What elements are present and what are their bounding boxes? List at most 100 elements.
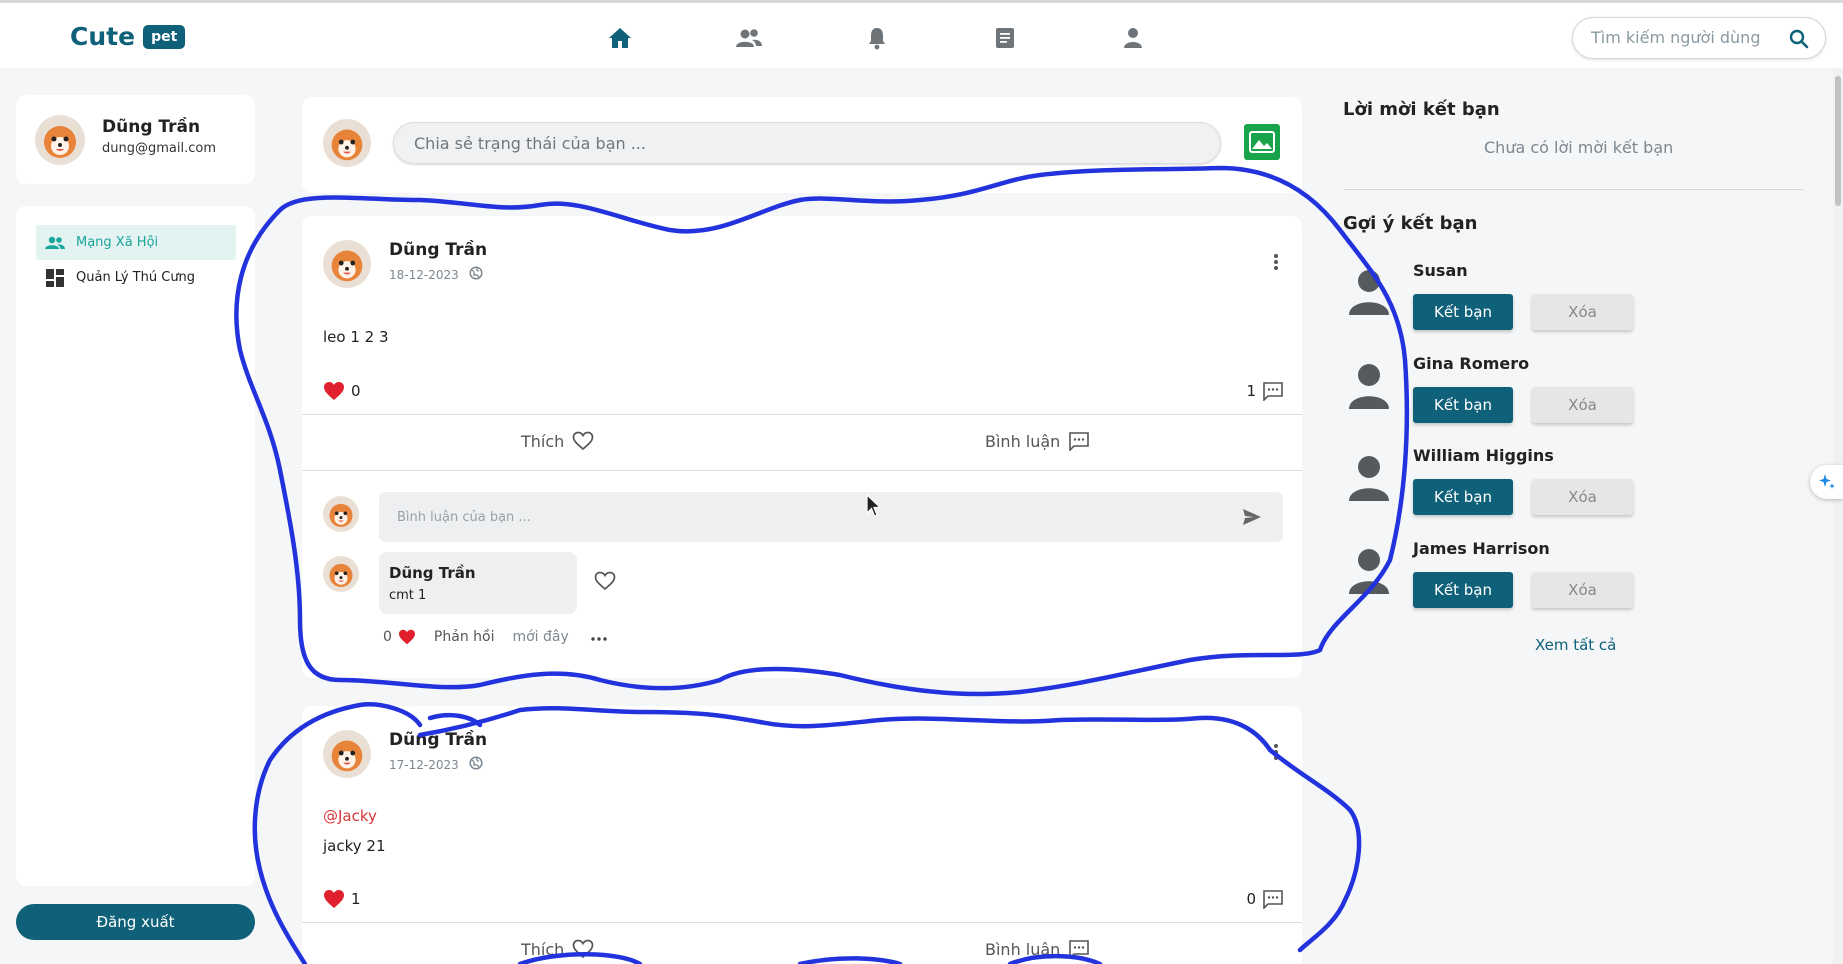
commenter-avatar (323, 496, 359, 532)
like-button[interactable]: Thích (521, 939, 594, 959)
post-card: Dũng Trần 18-12-2023 leo 1 2 3 0 1 Thích… (302, 216, 1302, 678)
sidebar-item-label: Mạng Xã Hội (76, 235, 159, 250)
user-avatar-icon[interactable] (1347, 362, 1391, 410)
logout-button[interactable]: Đăng xuất (16, 904, 255, 940)
comment-bubble: Dũng Trần cmt 1 (379, 552, 577, 614)
see-all-link[interactable]: Xem tất cả (1535, 636, 1616, 654)
document-icon[interactable] (991, 24, 1019, 52)
comment-button[interactable]: Bình luận (985, 939, 1090, 959)
suggestion-name[interactable]: Gina Romero (1413, 354, 1529, 373)
top-navbar: Cute pet (0, 0, 1843, 68)
remove-suggestion-button[interactable]: Xóa (1532, 572, 1633, 608)
remove-suggestion-button[interactable]: Xóa (1532, 387, 1633, 423)
sidebar-item-label: Quản Lý Thú Cưng (76, 270, 196, 285)
heart-filled-icon (324, 382, 344, 400)
divider (1343, 189, 1803, 190)
suggestions-title: Gợi ý kết bạn (1343, 213, 1478, 234)
comment-count: 1 (1246, 382, 1256, 400)
image-upload-icon[interactable] (1244, 124, 1280, 160)
friends-icon[interactable] (735, 24, 763, 52)
post-date-text: 18-12-2023 (389, 267, 459, 282)
person-icon[interactable] (1119, 24, 1147, 52)
post-author[interactable]: Dũng Trần (389, 730, 487, 750)
bell-icon[interactable] (863, 24, 891, 52)
profile-avatar (35, 115, 85, 165)
comment-label: Bình luận (985, 939, 1061, 959)
comment-author-avatar[interactable] (323, 556, 359, 592)
globe-icon (469, 266, 483, 283)
post-menu-icon[interactable] (1266, 740, 1286, 764)
send-icon[interactable] (1242, 508, 1262, 530)
page-scrollbar[interactable] (1833, 68, 1843, 964)
suggestion-name[interactable]: Susan (1413, 261, 1468, 280)
compose-avatar (323, 119, 371, 167)
divider (302, 414, 1302, 415)
comment-label: Bình luận (985, 431, 1061, 451)
remove-suggestion-button[interactable]: Xóa (1532, 479, 1633, 515)
user-search (1572, 17, 1826, 59)
more-icon[interactable] (591, 629, 607, 645)
post-comment-count[interactable]: 1 (1246, 381, 1284, 401)
post-menu-icon[interactable] (1266, 250, 1286, 274)
user-avatar-icon[interactable] (1347, 547, 1391, 595)
compose-card (302, 97, 1302, 193)
search-input[interactable] (1591, 28, 1781, 47)
comment-meta: 0 Phản hồi mới đây (383, 629, 607, 645)
like-label: Thích (521, 939, 565, 959)
profile-email: dung@gmail.com (102, 141, 216, 156)
add-friend-button[interactable]: Kết bạn (1413, 572, 1513, 608)
sidebar-item-social-network[interactable]: Mạng Xã Hội (36, 225, 236, 260)
post-comment-count[interactable]: 0 (1246, 889, 1284, 909)
add-friend-button[interactable]: Kết bạn (1413, 294, 1513, 330)
like-label: Thích (521, 431, 565, 451)
pet-tag-link[interactable]: @Jacky (323, 807, 377, 825)
heart-filled-icon[interactable] (398, 629, 416, 645)
scrollbar-thumb[interactable] (1835, 76, 1841, 206)
globe-icon (469, 756, 483, 773)
post-author-avatar[interactable] (323, 730, 371, 778)
comment-button[interactable]: Bình luận (985, 431, 1090, 451)
suggestion-name[interactable]: James Harrison (1413, 539, 1550, 558)
add-friend-button[interactable]: Kết bạn (1413, 479, 1513, 515)
post-like-count: 1 (323, 889, 361, 909)
sidebar-item-pet-management[interactable]: Quản Lý Thú Cưng (36, 260, 236, 295)
post-author[interactable]: Dũng Trần (389, 240, 487, 260)
post-content: leo 1 2 3 (323, 328, 389, 346)
like-count: 0 (351, 382, 361, 400)
comment-text: cmt 1 (389, 588, 427, 603)
comment-icon (1069, 940, 1090, 959)
heart-outline-icon (572, 431, 594, 451)
remove-suggestion-button[interactable]: Xóa (1532, 294, 1633, 330)
status-input[interactable] (393, 122, 1221, 164)
comment-time: mới đây (512, 629, 569, 645)
heart-outline-icon (572, 939, 594, 959)
profile-card[interactable]: Dũng Trần dung@gmail.com (16, 95, 255, 184)
home-icon[interactable] (606, 24, 634, 52)
assistant-sparkle-icon[interactable] (1810, 465, 1843, 499)
dashboard-icon (44, 267, 66, 289)
divider (302, 470, 1302, 471)
comment-like-icon[interactable] (594, 571, 616, 595)
user-avatar-icon[interactable] (1347, 268, 1391, 316)
divider (302, 922, 1302, 923)
mouse-cursor-icon (866, 494, 882, 517)
post-date: 17-12-2023 (389, 756, 483, 773)
heart-filled-icon (324, 890, 344, 908)
sidebar-menu: Mạng Xã Hội Quản Lý Thú Cưng (16, 206, 255, 886)
comment-icon (1069, 432, 1090, 451)
friend-requests-title: Lời mời kết bạn (1343, 99, 1500, 120)
logo-text: Cute (70, 22, 136, 51)
reply-link[interactable]: Phản hồi (434, 629, 495, 645)
post-author-avatar[interactable] (323, 240, 371, 288)
post-like-count: 0 (323, 381, 361, 401)
comment-author[interactable]: Dũng Trần (389, 564, 476, 582)
app-logo[interactable]: Cute pet (70, 22, 186, 51)
search-icon[interactable] (1789, 29, 1809, 53)
add-friend-button[interactable]: Kết bạn (1413, 387, 1513, 423)
comment-icon (1263, 382, 1283, 401)
suggestion-name[interactable]: William Higgins (1413, 446, 1554, 465)
user-avatar-icon[interactable] (1347, 454, 1391, 502)
post-content: jacky 21 (323, 837, 386, 855)
like-button[interactable]: Thích (521, 431, 594, 451)
comment-input[interactable] (379, 492, 1283, 542)
